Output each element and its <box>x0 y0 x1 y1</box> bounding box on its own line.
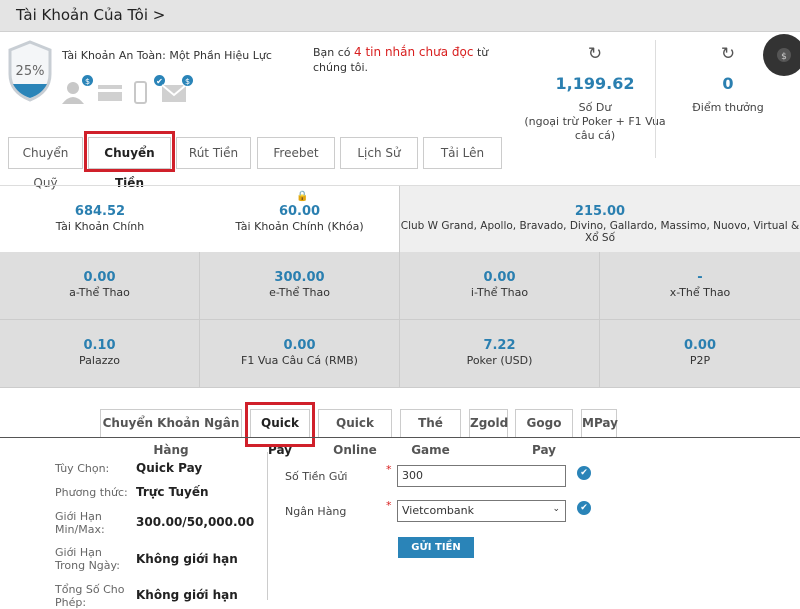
account-cell: 0.00 F1 Vua Câu Cá (RMB) <box>200 320 400 388</box>
tab-rut-tien[interactable]: Rút Tiền <box>176 137 251 169</box>
tab-tai-len[interactable]: Tải Lên <box>423 137 502 169</box>
unread-messages-link[interactable]: 4 tin nhắn chưa đọc <box>354 45 473 59</box>
chevron-down-icon: ⌄ <box>552 504 560 514</box>
option-value: Quick Pay <box>136 461 203 475</box>
page-header: Tài Khoản Của Tôi > <box>0 0 800 32</box>
tab-chuyen-quy[interactable]: Chuyển Quỹ <box>8 137 83 190</box>
page-title[interactable]: Tài Khoản Của Tôi > <box>16 6 165 24</box>
highlight-box <box>84 131 175 172</box>
main-accounts-row: 684.52 Tài Khoản Chính 🔒 60.00 Tài Khoản Ch… <box>0 185 800 253</box>
phone-icon[interactable]: ✔ <box>134 74 166 106</box>
account-cell: 0.00 i-Thể Thao <box>400 252 600 320</box>
account-main-locked: 🔒 60.00 Tài Khoản Chính (Khóa) <box>200 186 400 253</box>
account-cell: 0.00 a-Thể Thao <box>0 252 200 320</box>
security-percent: 25% <box>15 64 45 79</box>
balance-panel: ↻ 1,199.62 Số Dư (ngoại trừ Poker + F1 V… <box>505 44 685 143</box>
method-tab-mpay[interactable]: MPay <box>581 409 618 437</box>
bank-select[interactable]: Vietcombank ⌄ <box>397 500 566 522</box>
account-main: 684.52 Tài Khoản Chính <box>0 186 200 253</box>
account-cell: 0.10 Palazzo <box>0 320 200 388</box>
submit-deposit-button[interactable]: GỬI TIỀN <box>398 537 474 558</box>
account-cell: 7.22 Poker (USD) <box>400 320 600 388</box>
account-cell: 300.00 e-Thể Thao <box>200 252 400 320</box>
tab-freebet[interactable]: Freebet <box>257 137 335 169</box>
account-casino: 215.00 Club W Grand, Apollo, Bravado, Div… <box>400 186 800 253</box>
method-tab-zgold[interactable]: Zgold <box>469 409 508 437</box>
limit-value: 300.00/50,000.00 <box>136 515 255 529</box>
divider <box>0 437 800 438</box>
daily-limit-value: Không giới hạn <box>136 552 238 566</box>
lock-icon: 🔒 <box>296 191 309 202</box>
highlight-box <box>245 402 315 447</box>
tab-lich-su[interactable]: Lịch Sử <box>340 137 418 169</box>
product-accounts-grid: 0.00 a-Thể Thao 300.00 e-Thể Thao 0.00 i-Th… <box>0 252 800 388</box>
check-icon: ✔ <box>577 466 591 480</box>
divider <box>267 452 268 600</box>
method-value: Trực Tuyến <box>136 485 209 499</box>
unread-messages-notice: Bạn có 4 tin nhắn chưa đọc từ chúng tôi. <box>313 45 489 74</box>
balance-value: 1,199.62 <box>555 74 635 93</box>
check-icon: ✔ <box>577 501 591 515</box>
refresh-icon[interactable]: ↻ <box>505 44 685 64</box>
divider <box>655 40 656 158</box>
account-cell: - x-Thể Thao <box>600 252 800 320</box>
security-title: Tài Khoản An Toàn: Một Phần Hiệu Lực <box>62 49 272 62</box>
svg-text:$: $ <box>781 52 787 62</box>
method-tab-bank-transfer[interactable]: Chuyển Khoản Ngân Hàng <box>100 409 242 457</box>
user-icon[interactable]: $ <box>62 74 94 106</box>
method-tab-gogo-pay[interactable]: Gogo Pay <box>515 409 573 457</box>
game-wheel-icon[interactable]: $ <box>762 32 800 78</box>
account-cell: 0.00 P2P <box>600 320 800 388</box>
method-tab-game-card[interactable]: Thé Game <box>400 409 461 457</box>
amount-input[interactable]: 300 <box>397 465 566 487</box>
mail-icon[interactable]: $ <box>161 74 194 106</box>
card-icon[interactable] <box>98 80 124 106</box>
method-tab-quick-online[interactable]: Quick Online <box>318 409 392 457</box>
